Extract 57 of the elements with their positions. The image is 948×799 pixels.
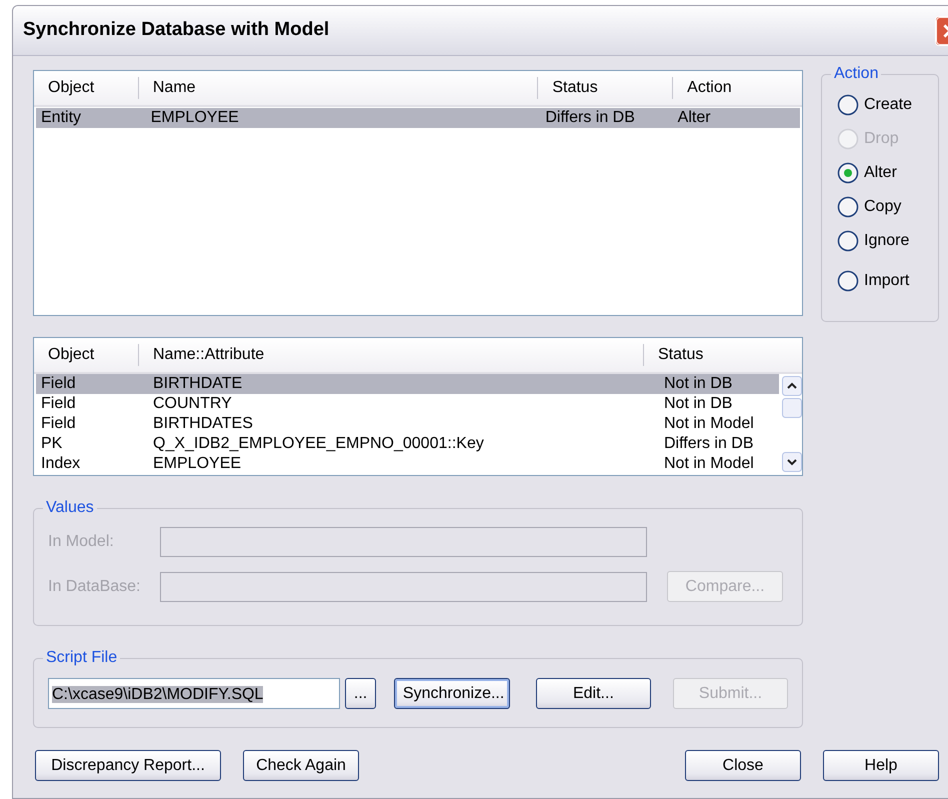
window-title: Synchronize Database with Model (23, 18, 330, 42)
list-row[interactable]: Field BIRTHDATE Not in DB (36, 374, 779, 394)
cell-text: Index (40, 454, 82, 474)
radio-option[interactable]: Ignore (837, 224, 938, 258)
column-header[interactable]: Object (34, 77, 138, 99)
cell-text: Alter (676, 108, 712, 128)
browse-button[interactable]: ... (345, 678, 376, 709)
field-label: In DataBase: (48, 576, 142, 596)
footer-button[interactable]: Close (685, 750, 801, 781)
group-title: Script File (43, 648, 120, 668)
radio-option[interactable]: Copy (837, 190, 938, 224)
scroll-down-button[interactable] (782, 452, 802, 472)
cell-text: Field (40, 374, 77, 394)
radio-icon[interactable] (837, 162, 859, 184)
column-header[interactable]: Action (672, 77, 802, 99)
radio-option[interactable]: Create (837, 88, 938, 122)
cell-text: Differs in DB (544, 108, 636, 128)
cell-text: BIRTHDATES (152, 414, 254, 434)
footer-button[interactable]: Check Again (243, 750, 359, 781)
cell-text: COUNTRY (152, 394, 233, 414)
cell-text: Not in DB (663, 374, 734, 394)
action-button[interactable]: Synchronize... (394, 678, 510, 709)
path-field[interactable]: C:\xcase9\iDB2\MODIFY.SQL (48, 678, 340, 709)
cell-text: PK (40, 434, 64, 454)
cell-text: Not in Model (663, 414, 755, 434)
list-row[interactable]: Field BIRTHDATES Not in Model (36, 414, 779, 434)
radio-icon[interactable] (837, 94, 859, 116)
scroll-up-button[interactable] (782, 376, 802, 396)
scrollbar-thumb[interactable] (782, 398, 802, 418)
radio-icon[interactable] (837, 230, 859, 252)
cell-text: Q_X_IDB2_EMPLOYEE_EMPNO_00001::Key (152, 434, 485, 454)
list-row[interactable]: Entity EMPLOYEE Differs in DB Alter (36, 108, 800, 128)
field-label: In Model: (48, 532, 115, 552)
footer-button[interactable]: Discrepancy Report... (35, 750, 221, 781)
radio-icon[interactable] (837, 196, 859, 218)
cell-text: EMPLOYEE (152, 454, 242, 474)
radio-option[interactable]: Import (837, 264, 938, 298)
radio-icon[interactable] (837, 270, 859, 292)
cell-text: Not in Model (663, 454, 755, 474)
list-row[interactable]: Index EMPLOYEE Not in Model (36, 454, 779, 474)
cell-text: Field (40, 414, 77, 434)
cell-text: BIRTHDATE (152, 374, 244, 394)
cell-text: Field (40, 394, 77, 414)
cell-text: Not in DB (663, 394, 734, 414)
cell-text: Differs in DB (663, 434, 755, 454)
column-header[interactable]: Name::Attribute (138, 344, 643, 366)
cell-text: EMPLOYEE (150, 108, 240, 128)
cell-text: Entity (40, 108, 82, 128)
column-header[interactable]: Object (34, 344, 138, 366)
footer-button[interactable]: Help (823, 750, 939, 781)
list-row[interactable]: Field COUNTRY Not in DB (36, 394, 779, 414)
column-header[interactable]: Status (643, 344, 783, 366)
column-header[interactable]: Status (537, 77, 672, 99)
list-row[interactable]: PK Q_X_IDB2_EMPLOYEE_EMPNO_00001::Key Differs in DB (36, 434, 779, 454)
radio-option[interactable]: Alter (837, 156, 938, 190)
action-button[interactable]: Edit... (536, 678, 651, 709)
column-header[interactable]: Name (138, 77, 538, 99)
